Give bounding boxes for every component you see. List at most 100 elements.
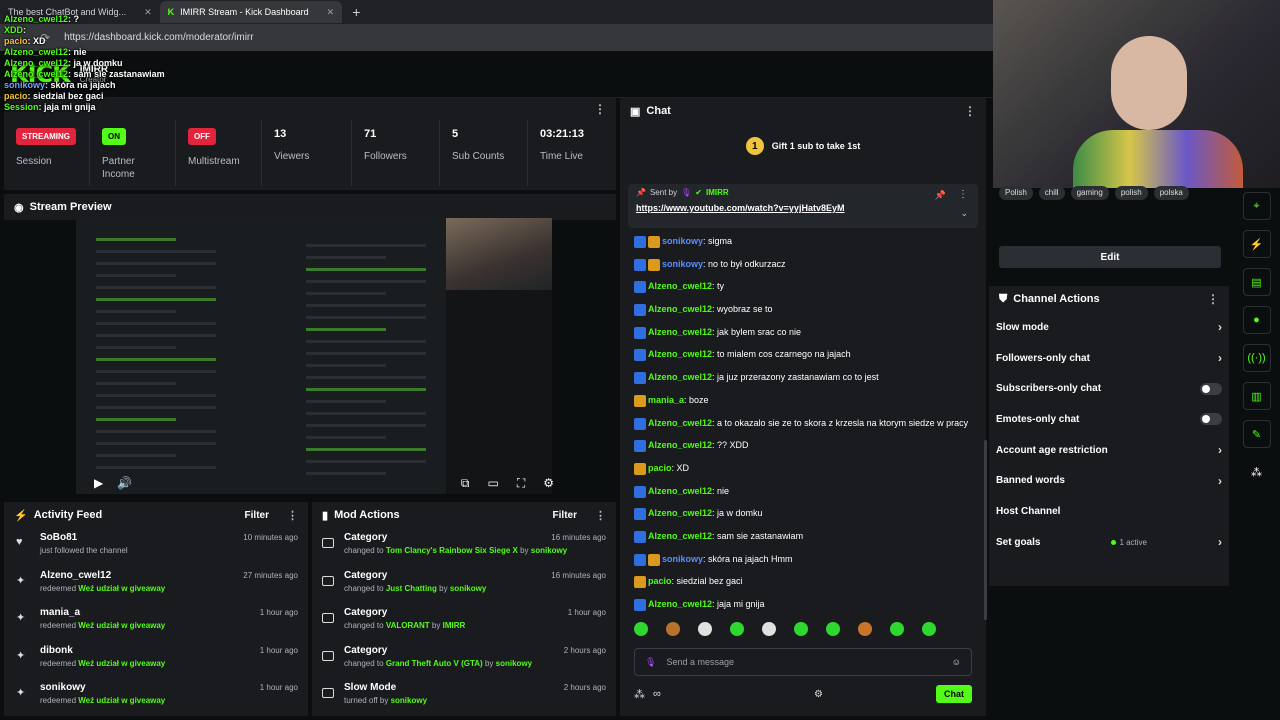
tag-chip[interactable]: polska	[1153, 186, 1189, 200]
chat-input[interactable]: 🎙 Send a message ☺	[634, 648, 972, 676]
list-item[interactable]: Slow Mode turned off by sonikowy 2 hours a…	[312, 678, 616, 716]
chat-username[interactable]: Alzeno_cwel12	[648, 508, 712, 518]
chat-username[interactable]: Alzeno_cwel12	[648, 327, 712, 337]
chat-username[interactable]: Alzeno_cwel12	[648, 486, 712, 496]
mod-action-user[interactable]: sonikowy	[496, 659, 532, 668]
gear-icon[interactable]: ⚙	[814, 689, 823, 700]
activity-filter-button[interactable]: Filter	[245, 510, 269, 521]
chat-username[interactable]: sonikowy	[662, 554, 703, 564]
chat-scrollbar[interactable]	[984, 440, 987, 620]
list-item[interactable]: ✦ mania_a redeemed Weź udział w giveaway 1 …	[4, 603, 308, 641]
kebab-menu-icon[interactable]: ⋮	[595, 509, 606, 522]
chat-username[interactable]: mania_a	[648, 395, 684, 405]
list-item[interactable]: Category changed to Just Chatting by soni…	[312, 566, 616, 604]
toggle-switch[interactable]	[1200, 382, 1222, 395]
pip-icon[interactable]: ⧉	[461, 476, 470, 491]
badge-icon	[634, 417, 646, 430]
mod-action-user[interactable]: sonikowy	[450, 584, 486, 593]
send-chat-button[interactable]: Chat	[936, 685, 972, 703]
tag-chip[interactable]: polish	[1114, 186, 1148, 200]
chat-username[interactable]: Alzeno_cwel12	[648, 304, 712, 314]
new-tab-button[interactable]: +	[342, 4, 370, 20]
edit-button[interactable]: Edit	[999, 246, 1221, 268]
tag-chip[interactable]: gaming	[1070, 186, 1109, 200]
emote-icon[interactable]	[762, 622, 776, 636]
pinned-link[interactable]: https://www.youtube.com/watch?v=yyjHatv8…	[636, 203, 970, 213]
mod-action-user[interactable]: sonikowy	[531, 546, 567, 555]
list-item[interactable]: ✦ dibonk redeemed Weź udział w giveaway 1 h…	[4, 641, 308, 679]
target-icon[interactable]: ⌖	[1242, 192, 1271, 220]
list-item[interactable]: Category changed to Grand Theft Auto V (G…	[312, 641, 616, 679]
emote-icon[interactable]	[666, 622, 680, 636]
chat-icon[interactable]: ●	[1242, 306, 1271, 334]
chat-username[interactable]: sonikowy	[662, 259, 703, 269]
settings-icon[interactable]: ⚙	[543, 476, 554, 491]
chat-username[interactable]: sonikowy	[662, 236, 703, 246]
chat-username[interactable]: pacio	[648, 463, 672, 473]
webcam-inset	[446, 218, 552, 290]
theater-icon[interactable]: ▭	[487, 476, 498, 491]
emote-icon[interactable]	[794, 622, 808, 636]
wrench-icon[interactable]: ✎	[1242, 420, 1271, 448]
emote-icon[interactable]	[890, 622, 904, 636]
mod-action-user[interactable]: IMIRR	[443, 621, 466, 630]
list-item[interactable]: ✦ sonikowy redeemed Weź udział w giveaway 1…	[4, 678, 308, 716]
pinned-user[interactable]: IMIRR	[706, 188, 729, 197]
broadcast-icon[interactable]: ((·))	[1242, 344, 1271, 372]
kebab-menu-icon[interactable]: ⋮	[1207, 292, 1219, 306]
channel-action-subscribers-only-chat[interactable]: Subscribers-only chat	[989, 373, 1229, 404]
chat-username[interactable]: Alzeno_cwel12	[648, 599, 712, 609]
close-icon[interactable]: ✕	[327, 7, 335, 18]
list-item[interactable]: Category changed to VALORANT by IMIRR 1 ho…	[312, 603, 616, 641]
chat-username[interactable]: Alzeno_cwel12	[648, 349, 712, 359]
mod-action-user[interactable]: sonikowy	[391, 696, 427, 705]
chat-username[interactable]: pacio	[648, 576, 672, 586]
tag-chip[interactable]: chill	[1038, 186, 1065, 200]
channel-action-host-channel[interactable]: Host Channel	[989, 496, 1229, 527]
emote-icon[interactable]	[634, 622, 648, 636]
points-icon[interactable]: ⁂	[634, 688, 645, 701]
chat-username[interactable]: Alzeno_cwel12	[648, 372, 712, 382]
channel-action-account-age-restriction[interactable]: Account age restriction ›	[989, 435, 1229, 466]
status-badge[interactable]: OFF	[188, 128, 216, 145]
list-item[interactable]: Category changed to Tom Clancy's Rainbow …	[312, 528, 616, 566]
clipboard-icon[interactable]: ▥	[1242, 382, 1271, 410]
gift-sub-banner[interactable]: 1 Gift 1 sub to take 1st	[620, 128, 986, 164]
emote-icon[interactable]	[730, 622, 744, 636]
kebab-menu-icon[interactable]: ⋮	[958, 189, 968, 200]
emote-icon[interactable]	[922, 622, 936, 636]
toggle-switch[interactable]	[1200, 413, 1222, 426]
kebab-menu-icon[interactable]: ⋮	[594, 102, 606, 116]
channel-action-slow-mode[interactable]: Slow mode ›	[989, 312, 1229, 343]
chat-username[interactable]: Alzeno_cwel12	[648, 418, 712, 428]
emoji-icon[interactable]: ☺	[952, 657, 961, 667]
bolt-icon[interactable]: ⚡	[1242, 230, 1271, 258]
tag-chip[interactable]: Polish	[999, 186, 1033, 200]
emote-icon[interactable]	[698, 622, 712, 636]
status-badge[interactable]: ON	[102, 128, 126, 145]
chat-username[interactable]: Alzeno_cwel12	[648, 440, 712, 450]
chevron-down-icon[interactable]: ⌄	[960, 208, 968, 219]
chat-username[interactable]: Alzeno_cwel12	[648, 531, 712, 541]
kebab-menu-icon[interactable]: ⋮	[287, 509, 298, 522]
unpin-icon[interactable]: 📌	[935, 190, 946, 201]
play-icon[interactable]: ▶	[94, 476, 103, 490]
document-icon[interactable]: ▤	[1242, 268, 1271, 296]
apps-icon[interactable]: ⁂	[1243, 458, 1271, 486]
channel-action-emotes-only-chat[interactable]: Emotes-only chat	[989, 404, 1229, 435]
mod-filter-button[interactable]: Filter	[553, 510, 577, 521]
stream-video[interactable]	[76, 218, 552, 494]
kebab-menu-icon[interactable]: ⋮	[964, 104, 976, 118]
list-item[interactable]: ✦ Alzeno_cwel12 redeemed Weź udział w give…	[4, 566, 308, 604]
volume-icon[interactable]: 🔊	[117, 476, 132, 490]
tab-kick-dashboard[interactable]: K IMIRR Stream - Kick Dashboard ✕	[159, 1, 343, 23]
emote-icon[interactable]	[858, 622, 872, 636]
fullscreen-icon[interactable]: ⛶	[517, 476, 525, 491]
chat-username[interactable]: Alzeno_cwel12	[648, 281, 712, 291]
channel-action-followers-only-chat[interactable]: Followers-only chat ›	[989, 343, 1229, 374]
list-item[interactable]: ♥ SoBo81 just followed the channel 10 minut…	[4, 528, 308, 566]
emote-icon[interactable]	[826, 622, 840, 636]
status-badge[interactable]: STREAMING	[16, 128, 76, 145]
channel-action-banned-words[interactable]: Banned words ›	[989, 465, 1229, 496]
channel-action-set-goals[interactable]: Set goals 1 active ›	[989, 527, 1229, 558]
